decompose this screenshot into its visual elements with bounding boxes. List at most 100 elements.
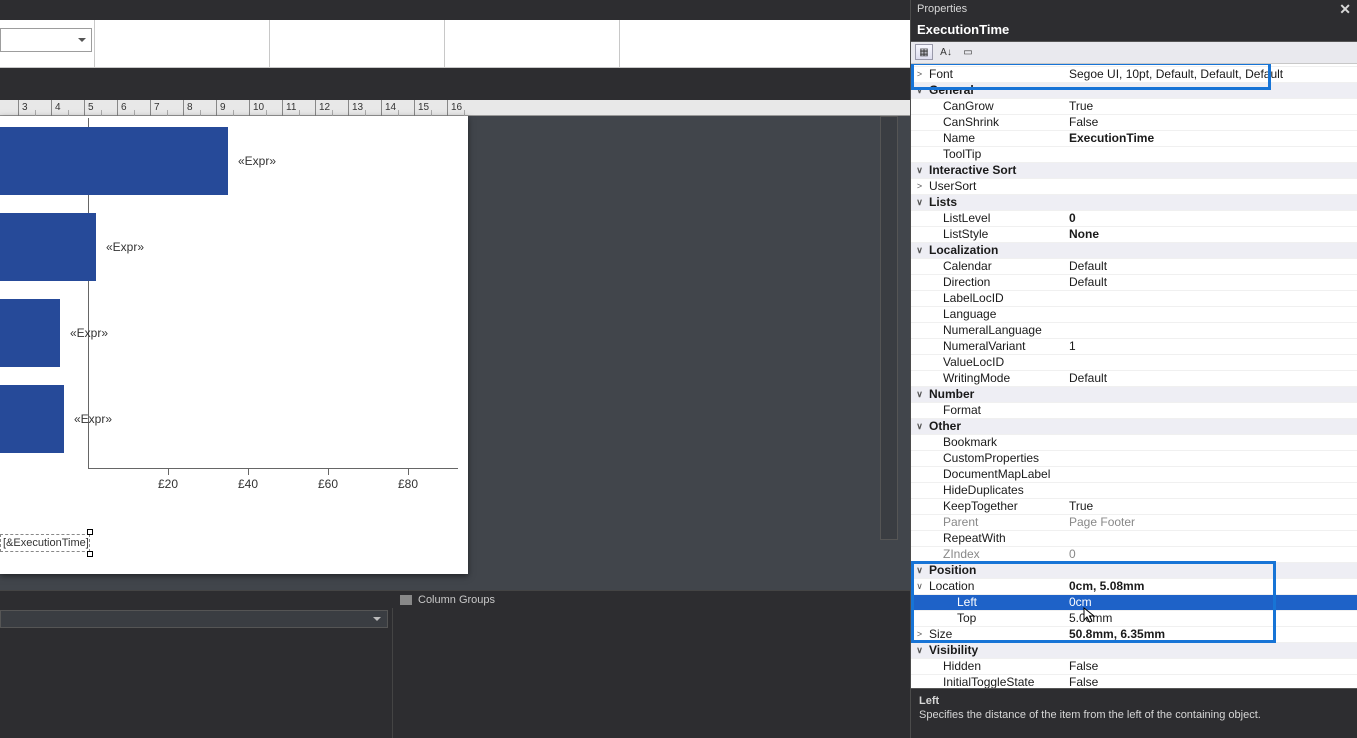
bar-label: «Expr» <box>64 412 112 426</box>
groups-panel <box>0 608 910 738</box>
chevron-down-icon[interactable]: ∨ <box>915 390 924 399</box>
ruler-tick: 9 <box>216 100 226 116</box>
ruler-tick: 7 <box>150 100 160 116</box>
chart[interactable]: «Expr»«Expr»«Expr»«Expr» <box>0 118 468 462</box>
property-row[interactable]: CalendarDefault <box>911 259 1357 275</box>
property-row-size[interactable]: >Size50.8mm, 6.35mm <box>911 627 1357 643</box>
ruler-tick: 6 <box>117 100 127 116</box>
property-row[interactable]: ListStyleNone <box>911 227 1357 243</box>
ruler-tick: 16 <box>447 100 462 116</box>
chevron-down-icon[interactable]: ∨ <box>915 246 924 255</box>
property-row[interactable]: DocumentMapLabel <box>911 467 1357 483</box>
property-category-other[interactable]: ∨Other <box>911 419 1357 435</box>
property-category-number[interactable]: ∨Number <box>911 387 1357 403</box>
bar-label: «Expr» <box>60 326 108 340</box>
property-row[interactable]: HideDuplicates <box>911 483 1357 499</box>
vertical-scrollbar[interactable] <box>880 116 898 540</box>
chevron-down-icon[interactable]: ∨ <box>915 86 924 95</box>
property-category-lists[interactable]: ∨Lists <box>911 195 1357 211</box>
chevron-right-icon[interactable]: > <box>915 70 924 79</box>
alphabetical-view-button[interactable]: A↓ <box>937 44 955 60</box>
design-surface-pane: 345678910111213141516 «Expr»«Expr»«Expr»… <box>0 0 910 738</box>
property-category-general[interactable]: ∨General <box>911 83 1357 99</box>
ruler-tick: 3 <box>18 100 28 116</box>
properties-title: Properties <box>917 0 967 18</box>
bar-label: «Expr» <box>96 240 144 254</box>
property-row[interactable]: CanGrowTrue <box>911 99 1357 115</box>
chevron-down-icon[interactable]: ∨ <box>915 422 924 431</box>
param-cell-3[interactable] <box>270 20 445 67</box>
property-row[interactable]: NumeralLanguage <box>911 323 1357 339</box>
bar[interactable]: «Expr» <box>0 213 96 281</box>
bar[interactable]: «Expr» <box>0 385 64 453</box>
property-pages-button[interactable]: ▭ <box>959 44 977 60</box>
properties-panel: Properties ✕ ExecutionTime ▦ A↓ ▭ LineHe… <box>910 0 1357 738</box>
resize-handle-bottom[interactable] <box>87 551 93 557</box>
chevron-right-icon[interactable]: > <box>915 630 924 639</box>
property-category-position[interactable]: ∨Position <box>911 563 1357 579</box>
property-row[interactable]: Language <box>911 307 1357 323</box>
parameter-row <box>0 20 910 68</box>
properties-grid[interactable]: LineHeight>FontSegoe UI, 10pt, Default, … <box>911 64 1357 688</box>
param-dropdown[interactable] <box>0 28 92 52</box>
selected-object-name: ExecutionTime <box>911 18 1357 42</box>
property-row[interactable]: KeepTogetherTrue <box>911 499 1357 515</box>
row-groups-area <box>0 608 392 738</box>
chevron-right-icon[interactable]: > <box>915 182 924 191</box>
property-row[interactable]: NumeralVariant1 <box>911 339 1357 355</box>
property-category-localization[interactable]: ∨Localization <box>911 243 1357 259</box>
ruler-tick: 12 <box>315 100 330 116</box>
property-row-top[interactable]: Top5.08mm <box>911 611 1357 627</box>
property-row[interactable]: HiddenFalse <box>911 659 1357 675</box>
chevron-down-icon[interactable]: ∨ <box>915 646 924 655</box>
chevron-down-icon[interactable]: ∨ <box>915 166 924 175</box>
property-row[interactable]: WritingModeDefault <box>911 371 1357 387</box>
horizontal-ruler: 345678910111213141516 <box>0 100 910 116</box>
bar[interactable]: «Expr» <box>0 127 228 195</box>
close-icon[interactable]: ✕ <box>1339 0 1351 18</box>
property-category-interactive-sort[interactable]: ∨Interactive Sort <box>911 163 1357 179</box>
canvas[interactable]: «Expr»«Expr»«Expr»«Expr» £20£40£60£80 [&… <box>0 116 910 590</box>
property-row[interactable]: RepeatWith <box>911 531 1357 547</box>
group-dropdown[interactable] <box>0 610 388 628</box>
property-row-location[interactable]: ∨Location0cm, 5.08mm <box>911 579 1357 595</box>
property-row[interactable]: ValueLocID <box>911 355 1357 371</box>
param-cell-4[interactable] <box>445 20 620 67</box>
property-row[interactable]: CustomProperties <box>911 451 1357 467</box>
property-row[interactable]: CanShrinkFalse <box>911 115 1357 131</box>
property-row-font[interactable]: >FontSegoe UI, 10pt, Default, Default, D… <box>911 67 1357 83</box>
ruler-tick: 11 <box>282 100 296 116</box>
report-page[interactable]: «Expr»«Expr»«Expr»«Expr» £20£40£60£80 [&… <box>0 116 468 574</box>
x-tick <box>168 469 169 475</box>
design-area[interactable]: 345678910111213141516 «Expr»«Expr»«Expr»… <box>0 100 910 590</box>
x-tick-label: £20 <box>158 477 178 491</box>
chevron-down-icon[interactable]: ∨ <box>915 566 924 575</box>
property-row[interactable]: LabelLocID <box>911 291 1357 307</box>
property-row[interactable]: ParentPage Footer <box>911 515 1357 531</box>
property-row[interactable]: Format <box>911 403 1357 419</box>
chevron-down-icon[interactable]: ∨ <box>915 582 924 591</box>
property-row[interactable]: ToolTip <box>911 147 1357 163</box>
property-row[interactable]: DirectionDefault <box>911 275 1357 291</box>
property-desc-title: Left <box>919 695 1349 707</box>
property-category-visibility[interactable]: ∨Visibility <box>911 643 1357 659</box>
bar[interactable]: «Expr» <box>0 299 60 367</box>
categorized-view-button[interactable]: ▦ <box>915 44 933 60</box>
bar-row: «Expr» <box>0 118 468 204</box>
spacer-bar <box>0 68 910 100</box>
chevron-down-icon[interactable]: ∨ <box>915 198 924 207</box>
property-row[interactable]: ListLevel0 <box>911 211 1357 227</box>
property-row[interactable]: InitialToggleStateFalse <box>911 675 1357 688</box>
top-strip <box>0 0 910 20</box>
property-row-usersort[interactable]: >UserSort <box>911 179 1357 195</box>
x-tick <box>408 469 409 475</box>
property-row-left[interactable]: Left0cm <box>911 595 1357 611</box>
resize-handle-top[interactable] <box>87 529 93 535</box>
property-row[interactable]: NameExecutionTime <box>911 131 1357 147</box>
property-row[interactable]: ZIndex0 <box>911 547 1357 563</box>
executiontime-textbox[interactable]: [&ExecutionTime] <box>0 534 90 552</box>
ruler-tick: 4 <box>51 100 61 116</box>
column-groups-area[interactable] <box>392 608 910 738</box>
param-cell-2[interactable] <box>95 20 270 67</box>
property-row[interactable]: Bookmark <box>911 435 1357 451</box>
